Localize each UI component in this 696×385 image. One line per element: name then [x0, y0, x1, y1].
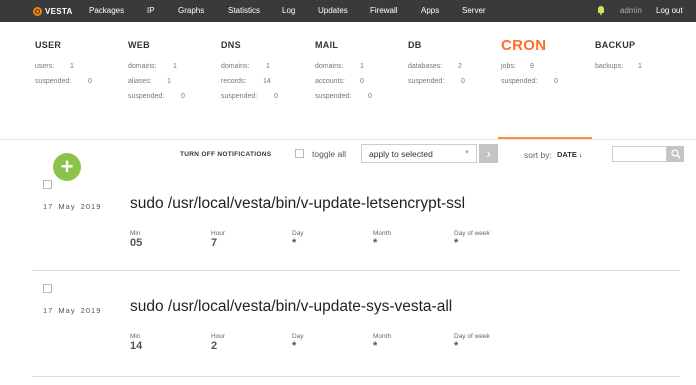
field-value-min: 05: [130, 237, 143, 249]
field-label-min: Min: [130, 230, 141, 237]
stat-line: suspended: 0: [221, 93, 278, 100]
field-label-day-of-week: Day of week: [454, 333, 490, 340]
toggle-all-label[interactable]: toggle all: [312, 149, 346, 159]
nav-packages[interactable]: Packages: [89, 6, 124, 15]
stat-line: aliases: 1: [128, 78, 171, 85]
turn-off-notifications-link[interactable]: TURN OFF NOTIFICATIONS: [180, 151, 271, 158]
field-label-day: Day: [292, 230, 304, 237]
nav-statistics[interactable]: Statistics: [228, 6, 260, 15]
stat-line: suspended: 0: [35, 78, 92, 85]
field-value-month: *: [373, 340, 378, 352]
top-navbar: VESTA Packages IP Graphs Statistics Log …: [0, 0, 696, 22]
field-label-month: Month: [373, 333, 392, 340]
field-label-min: Min: [130, 333, 141, 340]
job-date: 17 May 2019: [43, 202, 102, 211]
stat-line: accounts: 0: [315, 78, 364, 85]
field-value-day: *: [292, 237, 297, 249]
bulk-action-value: apply to selected: [369, 149, 433, 159]
field-value-day-of-week: *: [454, 340, 459, 352]
stat-tab-backup[interactable]: BACKUP: [595, 40, 635, 50]
nav-graphs[interactable]: Graphs: [178, 6, 204, 15]
bulk-action-select[interactable]: apply to selected ▼: [361, 144, 477, 163]
sort-by-dropdown[interactable]: DATE ↓: [557, 150, 583, 159]
logo-text: VESTA: [45, 6, 73, 16]
stat-line: records: 14: [221, 78, 271, 85]
apply-button[interactable]: ›: [479, 144, 498, 163]
stat-line: suspended: 0: [128, 93, 185, 100]
chevron-down-icon: ▼: [464, 150, 470, 156]
chevron-right-icon: ›: [486, 145, 491, 161]
job-date: 17 May 2019: [43, 306, 102, 315]
stat-line: suspended: 0: [408, 78, 465, 85]
stat-line: jobs: 9: [501, 63, 534, 70]
job-command[interactable]: sudo /usr/local/vesta/bin/v-update-letse…: [130, 195, 465, 213]
add-cron-job-button[interactable]: +: [53, 153, 81, 181]
row-separator: [32, 376, 680, 377]
field-value-day-of-week: *: [454, 237, 459, 249]
field-value-min: 14: [130, 340, 143, 352]
sort-by-label: sort by:: [524, 150, 552, 160]
stat-line: domains: 1: [221, 63, 270, 70]
job-command[interactable]: sudo /usr/local/vesta/bin/v-update-sys-v…: [130, 298, 452, 316]
row-checkbox[interactable]: [43, 284, 52, 293]
divider: [0, 139, 696, 140]
stat-tab-web[interactable]: WEB: [128, 40, 150, 50]
nav-firewall[interactable]: Firewall: [370, 6, 398, 15]
field-label-day-of-week: Day of week: [454, 230, 490, 237]
field-label-hour: Hour: [211, 333, 226, 340]
field-label-hour: Hour: [211, 230, 226, 237]
stat-line: users: 1: [35, 63, 74, 70]
field-value-hour: 2: [211, 340, 218, 352]
vesta-logo-icon: [33, 6, 42, 16]
nav-updates[interactable]: Updates: [318, 6, 348, 15]
field-value-day: *: [292, 340, 297, 352]
toggle-all-checkbox[interactable]: [295, 149, 304, 158]
stat-line: databases: 2: [408, 63, 462, 70]
stat-tab-mail[interactable]: MAIL: [315, 40, 338, 50]
field-value-month: *: [373, 237, 378, 249]
row-checkbox[interactable]: [43, 180, 52, 189]
field-label-day: Day: [292, 333, 304, 340]
stat-tab-db[interactable]: DB: [408, 40, 422, 50]
search-button[interactable]: [667, 146, 684, 162]
nav-log[interactable]: Log: [282, 6, 295, 15]
nav-apps[interactable]: Apps: [421, 6, 439, 15]
field-label-month: Month: [373, 230, 392, 237]
search-icon: [671, 149, 681, 159]
stat-line: suspended: 0: [315, 93, 372, 100]
row-separator: [32, 270, 680, 271]
nav-user[interactable]: admin: [620, 6, 642, 15]
stat-line: domains: 1: [128, 63, 177, 70]
search-input[interactable]: [612, 146, 667, 162]
stat-line: domains: 1: [315, 63, 364, 70]
logout-link[interactable]: Log out: [656, 6, 683, 15]
notification-bell-icon[interactable]: [598, 6, 604, 15]
field-value-hour: 7: [211, 237, 218, 249]
nav-ip[interactable]: IP: [147, 6, 155, 15]
nav-server[interactable]: Server: [462, 6, 486, 15]
stat-line: suspended: 0: [501, 78, 558, 85]
stat-line: backups: 1: [595, 63, 642, 70]
stat-tab-user[interactable]: USER: [35, 40, 61, 50]
stat-tab-dns[interactable]: DNS: [221, 40, 241, 50]
stat-tab-cron[interactable]: CRON: [501, 37, 546, 54]
vesta-logo[interactable]: VESTA: [33, 5, 73, 17]
